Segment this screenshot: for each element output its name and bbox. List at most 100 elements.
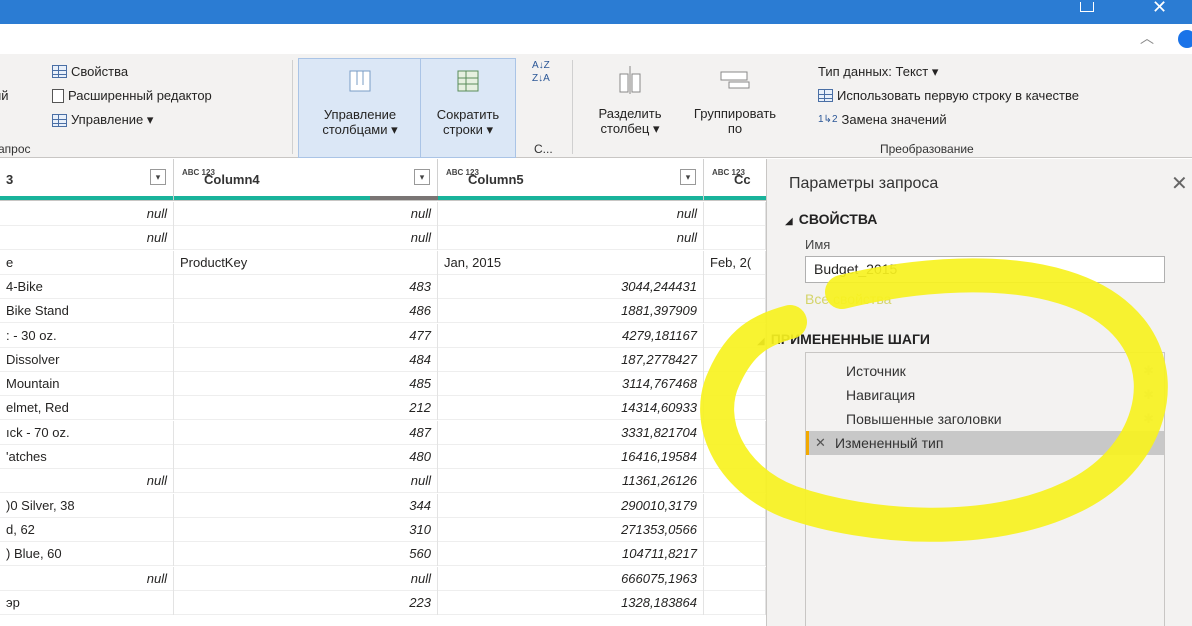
- use-first-row-button[interactable]: Использовать первую строку в качестве: [818, 88, 1079, 103]
- table-cell[interactable]: Feb, 2(: [704, 250, 766, 275]
- table-cell[interactable]: 484: [174, 347, 438, 372]
- table-cell[interactable]: )0 Silver, 38: [0, 493, 174, 518]
- applied-steps-section-header[interactable]: ◢ ПРИМЕНЕННЫЕ ШАГИ: [757, 331, 930, 347]
- table-cell[interactable]: 212: [174, 396, 438, 421]
- table-row[interactable]: эр 223 1328,183864: [0, 590, 766, 615]
- table-cell[interactable]: [704, 469, 766, 494]
- sort-ascending-icon[interactable]: A↓Z: [532, 60, 550, 71]
- table-cell[interactable]: null: [0, 566, 174, 591]
- table-cell[interactable]: [704, 347, 766, 372]
- split-column-button[interactable]: Разделить столбец ▾: [582, 58, 678, 158]
- delete-step-icon[interactable]: ✕: [815, 431, 826, 455]
- table-cell[interactable]: [704, 566, 766, 591]
- table-row[interactable]: e ProductKey Jan, 2015 Feb, 2(: [0, 250, 766, 275]
- table-cell[interactable]: Dissolver: [0, 347, 174, 372]
- step-navigation[interactable]: Навигация ✱: [806, 383, 1164, 407]
- table-cell[interactable]: эр: [0, 590, 174, 615]
- table-cell[interactable]: 487: [174, 420, 438, 445]
- group-by-button[interactable]: Группировать по: [680, 58, 790, 158]
- properties-section-header[interactable]: ◢ СВОЙСТВА: [785, 211, 877, 227]
- close-panel-icon[interactable]: ✕: [1171, 171, 1188, 196]
- table-cell[interactable]: [704, 396, 766, 421]
- table-row[interactable]: null null null: [0, 226, 766, 251]
- table-cell[interactable]: elmet, Red: [0, 396, 174, 421]
- table-row[interactable]: null null 666075,1963: [0, 566, 766, 591]
- step-source[interactable]: Источник ✱: [806, 359, 1164, 383]
- table-cell[interactable]: 3331,821704: [438, 420, 704, 445]
- table-cell[interactable]: 486: [174, 299, 438, 324]
- reduce-rows-button[interactable]: Сократить строки ▾: [420, 58, 516, 158]
- manage-columns-button[interactable]: Управление столбцами ▾: [298, 58, 422, 158]
- gear-icon[interactable]: ✱: [1143, 383, 1154, 407]
- table-row[interactable]: ) Blue, 60 560 104711,8217: [0, 542, 766, 567]
- table-cell[interactable]: [704, 590, 766, 615]
- table-row[interactable]: : - 30 oz. 477 4279,181167: [0, 323, 766, 348]
- table-cell[interactable]: 187,2778427: [438, 347, 704, 372]
- collapse-triangle-icon[interactable]: ◢: [757, 336, 765, 347]
- table-row[interactable]: 4-Bike 483 3044,244431: [0, 274, 766, 299]
- table-cell[interactable]: 4279,181167: [438, 323, 704, 348]
- table-cell[interactable]: 310: [174, 517, 438, 542]
- table-cell[interactable]: [704, 372, 766, 397]
- table-row[interactable]: null null null: [0, 202, 766, 226]
- table-row[interactable]: Bike Stand 486 1881,397909: [0, 299, 766, 324]
- table-cell[interactable]: Bike Stand: [0, 299, 174, 324]
- advanced-editor-button[interactable]: Расширенный редактор: [52, 88, 212, 103]
- help-icon[interactable]: [1178, 30, 1192, 48]
- table-row[interactable]: d, 62 310 271353,0566: [0, 517, 766, 542]
- table-cell[interactable]: null: [0, 226, 174, 251]
- step-changed-type[interactable]: ✕ Измененный тип: [806, 431, 1164, 455]
- table-cell[interactable]: null: [438, 202, 704, 226]
- all-properties-link[interactable]: Все свойства: [805, 291, 891, 307]
- table-cell[interactable]: 3114,767468: [438, 372, 704, 397]
- table-row[interactable]: null null 11361,26126: [0, 469, 766, 494]
- column-header-column5[interactable]: ABC 123 Column5 ▾: [438, 159, 704, 201]
- column-header-column6[interactable]: ABC 123 Cc: [704, 159, 766, 201]
- table-cell[interactable]: 666075,1963: [438, 566, 704, 591]
- filter-dropdown-icon[interactable]: ▾: [680, 169, 696, 185]
- table-cell[interactable]: [704, 299, 766, 324]
- table-cell[interactable]: null: [174, 469, 438, 494]
- table-cell[interactable]: [704, 274, 766, 299]
- table-cell[interactable]: 1881,397909: [438, 299, 704, 324]
- table-cell[interactable]: Mountain: [0, 372, 174, 397]
- table-cell[interactable]: 480: [174, 445, 438, 469]
- table-cell[interactable]: [704, 542, 766, 567]
- table-cell[interactable]: 104711,8217: [438, 542, 704, 567]
- table-cell[interactable]: 'atches: [0, 445, 174, 469]
- table-cell[interactable]: null: [174, 566, 438, 591]
- table-cell[interactable]: 16416,19584: [438, 445, 704, 469]
- table-cell[interactable]: 271353,0566: [438, 517, 704, 542]
- table-row[interactable]: 'atches 480 16416,19584: [0, 445, 766, 469]
- table-cell[interactable]: 223: [174, 590, 438, 615]
- close-window-icon[interactable]: ✕: [1152, 0, 1167, 18]
- table-row[interactable]: elmet, Red 212 14314,60933: [0, 396, 766, 421]
- gear-icon[interactable]: ✱: [1143, 407, 1154, 431]
- table-cell[interactable]: 290010,3179: [438, 493, 704, 518]
- table-row[interactable]: ıck - 70 oz. 487 3331,821704: [0, 420, 766, 445]
- table-cell[interactable]: 483: [174, 274, 438, 299]
- table-cell[interactable]: 3044,244431: [438, 274, 704, 299]
- manage-button[interactable]: Управление ▾: [52, 112, 153, 128]
- table-cell[interactable]: null: [0, 469, 174, 494]
- query-name-input[interactable]: Budget_2015: [805, 256, 1165, 283]
- step-promoted-headers[interactable]: Повышенные заголовки ✱: [806, 407, 1164, 431]
- table-cell[interactable]: [704, 420, 766, 445]
- table-cell[interactable]: null: [174, 202, 438, 226]
- table-cell[interactable]: 344: [174, 493, 438, 518]
- table-cell[interactable]: [704, 226, 766, 251]
- table-cell[interactable]: null: [0, 202, 174, 226]
- table-cell[interactable]: 485: [174, 372, 438, 397]
- table-cell[interactable]: 14314,60933: [438, 396, 704, 421]
- table-cell[interactable]: ) Blue, 60: [0, 542, 174, 567]
- table-cell[interactable]: [704, 493, 766, 518]
- table-cell[interactable]: [704, 445, 766, 469]
- data-type-dropdown[interactable]: Тип данных: Текст ▾: [818, 64, 938, 80]
- table-cell[interactable]: : - 30 oz.: [0, 323, 174, 348]
- table-cell[interactable]: 1328,183864: [438, 590, 704, 615]
- restore-icon[interactable]: [1080, 2, 1094, 12]
- table-cell[interactable]: e: [0, 250, 174, 275]
- collapse-ribbon-icon[interactable]: ︿: [1140, 28, 1154, 48]
- replace-values-button[interactable]: 1↳2 Замена значений: [818, 112, 947, 127]
- table-cell[interactable]: 477: [174, 323, 438, 348]
